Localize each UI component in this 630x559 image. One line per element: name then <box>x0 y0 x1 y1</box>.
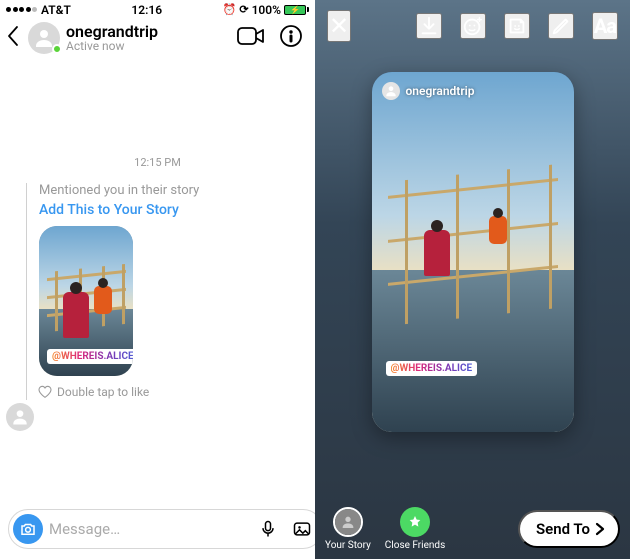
info-button[interactable] <box>277 22 305 54</box>
star-icon <box>407 514 423 530</box>
signal-icon <box>6 7 37 12</box>
dm-titles[interactable]: onegrandtrip Active now <box>66 23 229 54</box>
thumb-mention: @WHEREIS.ALICE <box>52 351 133 362</box>
reply-rail <box>26 183 27 400</box>
close-friends-button[interactable]: Close Friends <box>385 507 445 551</box>
face-sparkle-icon <box>462 15 484 37</box>
orientation-lock-icon: ⟳ <box>239 3 248 16</box>
status-right: ⏰ ⟳ 100% ⚡ <box>223 3 309 17</box>
text-aa-icon: Aa <box>594 14 616 38</box>
message-input[interactable] <box>49 520 248 538</box>
battery-pct: 100% <box>252 3 281 17</box>
chevron-right-icon <box>594 522 606 536</box>
close-friends-label: Close Friends <box>385 540 445 551</box>
your-story-avatar <box>335 509 361 535</box>
alarm-icon: ⏰ <box>223 3 237 16</box>
send-to-button[interactable]: Send To <box>518 510 620 548</box>
status-time: 12:16 <box>131 3 162 17</box>
video-icon <box>237 26 265 46</box>
sticker-icon <box>506 15 528 37</box>
sticker-button[interactable] <box>504 13 530 39</box>
add-to-story-link[interactable]: Add This to Your Story <box>39 202 199 218</box>
download-icon <box>418 15 440 37</box>
dm-status: Active now <box>66 40 229 53</box>
info-icon <box>279 24 303 48</box>
message-field[interactable] <box>8 509 323 549</box>
battery-icon: ⚡ <box>284 5 309 15</box>
story-mention-message: Mentioned you in their story Add This to… <box>12 183 303 400</box>
camera-button[interactable] <box>13 514 43 544</box>
story-author-name: onegrandtrip <box>406 84 475 98</box>
dm-username: onegrandtrip <box>66 23 229 41</box>
presence-indicator <box>52 44 62 54</box>
carrier-label: AT&T <box>41 3 71 17</box>
header-actions <box>235 22 305 54</box>
save-button[interactable] <box>416 13 442 39</box>
mention-caption: Mentioned you in their story <box>39 183 199 198</box>
video-call-button[interactable] <box>235 24 267 52</box>
mic-icon <box>258 519 278 539</box>
camera-icon <box>19 520 37 538</box>
status-bar: AT&T 12:16 ⏰ ⟳ 100% ⚡ <box>0 0 315 18</box>
image-icon <box>292 519 312 539</box>
person-icon <box>10 407 30 427</box>
effects-button[interactable] <box>460 13 486 39</box>
story-editor-screen: ✕ Aa onegrandtrip @WHEREIS. <box>315 0 630 559</box>
dm-header: onegrandtrip Active now <box>0 18 315 60</box>
sender-avatar[interactable] <box>6 403 34 431</box>
person-icon <box>384 84 398 98</box>
message-timestamp: 12:15 PM <box>12 156 303 169</box>
double-tap-hint: Double tap to like <box>37 384 199 400</box>
story-preview-card[interactable]: onegrandtrip @WHEREIS.ALICE <box>372 72 574 432</box>
story-author: onegrandtrip <box>382 82 475 100</box>
your-story-button[interactable]: Your Story <box>325 507 371 551</box>
dm-screen: AT&T 12:16 ⏰ ⟳ 100% ⚡ onegrandtrip Activ… <box>0 0 315 559</box>
chevron-left-icon <box>6 25 20 47</box>
pen-icon <box>550 15 572 37</box>
person-icon <box>340 514 356 530</box>
text-button[interactable]: Aa <box>592 12 618 40</box>
editor-toolbar: ✕ Aa <box>315 0 630 48</box>
status-left: AT&T <box>6 3 71 17</box>
voice-button[interactable] <box>254 515 282 543</box>
gallery-button[interactable] <box>288 515 316 543</box>
share-bar: Your Story Close Friends Send To <box>315 507 630 551</box>
your-story-label: Your Story <box>325 540 371 551</box>
close-friends-icon <box>400 507 430 537</box>
close-icon: ✕ <box>329 12 349 40</box>
message-composer: ＋ <box>0 503 315 559</box>
close-button[interactable]: ✕ <box>327 10 351 42</box>
story-thumbnail[interactable]: @WHEREIS.ALICE <box>39 226 133 376</box>
back-button[interactable] <box>4 23 22 54</box>
mention-sticker[interactable]: @WHEREIS.ALICE <box>386 361 478 376</box>
dm-thread: 12:15 PM Mentioned you in their story Ad… <box>0 60 315 503</box>
story-author-avatar <box>382 82 400 100</box>
user-avatar[interactable] <box>28 22 60 54</box>
heart-icon <box>37 384 53 400</box>
draw-button[interactable] <box>548 13 574 39</box>
send-to-label: Send To <box>536 520 590 538</box>
